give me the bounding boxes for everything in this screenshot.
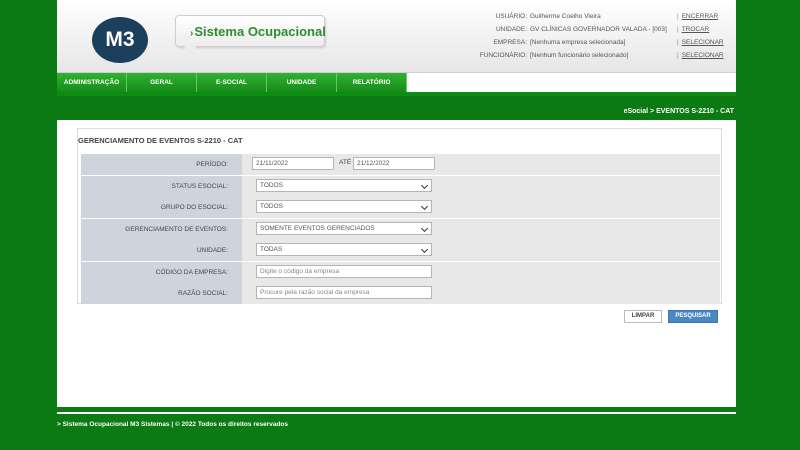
selecionar-funcionario-link[interactable]: SELECIONAR <box>682 52 724 59</box>
main-nav: ADMINISTRAÇÃO GERAL E-SOCIAL UNIDADE REL… <box>57 73 736 92</box>
main-content: GERENCIAMENTO DE EVENTOS S-2210 - CAT PE… <box>57 120 736 407</box>
info-value-empresa: [Nenhuma empresa selecionada] <box>530 39 626 46</box>
breadcrumb: eSocial > EVENTOS S-2210 - CAT <box>623 108 734 115</box>
nav-administracao[interactable]: ADMINISTRAÇÃO <box>57 73 127 92</box>
arrow-icon: › <box>190 28 194 39</box>
encerrar-link[interactable]: ENCERRAR <box>682 13 718 20</box>
limpar-button[interactable]: LIMPAR <box>624 310 662 323</box>
status-esocial-select[interactable]: TODOS <box>256 178 432 192</box>
info-key-empresa: EMPRESA: <box>493 39 527 46</box>
unidade-select[interactable]: TODAS <box>256 243 432 256</box>
info-value-usuario: Guilherme Coelho Vieira <box>530 13 601 20</box>
app-title-bubble: ›Sistema Ocupacional <box>175 15 326 56</box>
search-panel: GERENCIAMENTO DE EVENTOS S-2210 - CAT PE… <box>77 128 722 304</box>
nav-geral[interactable]: GERAL <box>127 73 197 92</box>
nav-unidade[interactable]: UNIDADE <box>267 73 337 92</box>
footer-text: > Sistema Ocupacional M3 Sistemas | © 20… <box>57 421 289 428</box>
breadcrumb-bar: eSocial > EVENTOS S-2210 - CAT <box>57 92 736 120</box>
codigo-empresa-input[interactable]: Digite o código da empresa <box>256 264 432 278</box>
pesquisar-button[interactable]: PESQUISAR <box>668 310 718 323</box>
footer-divider <box>57 412 736 414</box>
info-key-funcionario: FUNCIONÁRIO: <box>479 52 527 59</box>
grupo-esocial-select[interactable]: TODOS <box>256 200 432 213</box>
ate-label: ATÉ <box>339 159 352 166</box>
trocar-link[interactable]: TROCAR <box>682 26 709 33</box>
unidade-label: UNIDADE: <box>81 240 242 261</box>
search-form: PERÍODO: 21/11/2022 ATÉ 21/12/2022 STATU… <box>81 154 720 305</box>
panel-title: GERENCIAMENTO DE EVENTOS S-2210 - CAT <box>78 136 243 145</box>
periodo-fim-input[interactable]: 21/12/2022 <box>353 157 435 170</box>
info-value-funcionario: [Nenhum funcionário selecionado] <box>530 52 629 59</box>
app-title: Sistema Ocupacional <box>194 24 326 39</box>
periodo-inicio-input[interactable]: 21/11/2022 <box>252 157 334 170</box>
gerenciamento-label: GERENCIAMENTO DE EVENTOS: <box>81 218 242 240</box>
nav-esocial[interactable]: E-SOCIAL <box>197 73 267 92</box>
header: M3 ›Sistema Ocupacional USUÁRIO: Guilherm… <box>57 0 736 73</box>
periodo-label: PERÍODO: <box>81 154 242 175</box>
razao-social-label: RAZÃO SOCIAL: <box>81 283 242 304</box>
codigo-empresa-label: CÓDIGO DA EMPRESA: <box>81 261 242 283</box>
info-key-usuario: USUÁRIO: <box>495 13 527 20</box>
razao-social-input[interactable]: Procure pela razão social da empresa <box>256 286 432 299</box>
info-value-unidade: GV CLÍNICAS GOVERNADOR VALADA - [003] <box>530 26 667 33</box>
m3-logo: M3 <box>92 17 148 63</box>
nav-relatorio[interactable]: RELATÓRIO <box>337 73 407 92</box>
page: M3 ›Sistema Ocupacional USUÁRIO: Guilherm… <box>57 0 736 450</box>
status-esocial-label: STATUS ESOCIAL: <box>81 175 242 197</box>
grupo-esocial-label: GRUPO DO ESOCIAL: <box>81 197 242 218</box>
session-info: USUÁRIO: Guilherme Coelho Vieira | ENCERRAR… <box>457 10 732 62</box>
info-key-unidade: UNIDADE: <box>495 26 527 33</box>
gerenciamento-select[interactable]: SOMENTE EVENTOS GERENCIADOS <box>256 221 432 235</box>
selecionar-empresa-link[interactable]: SELECIONAR <box>682 39 724 46</box>
